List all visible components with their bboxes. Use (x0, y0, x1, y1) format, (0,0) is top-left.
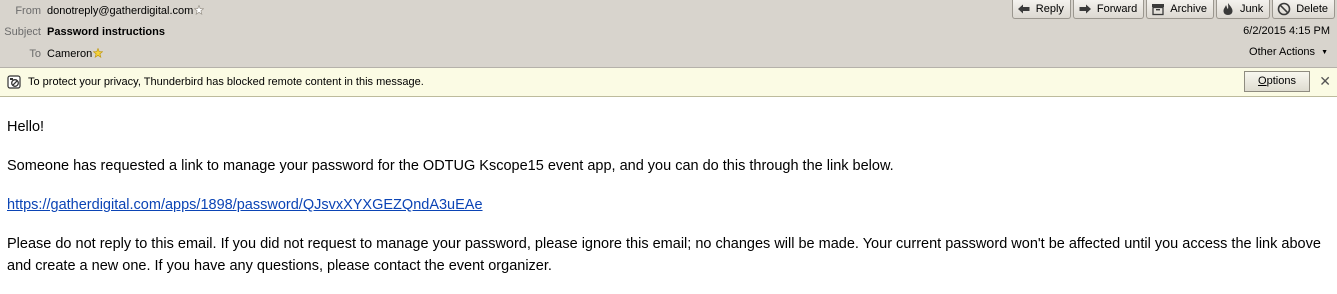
subject-value: Password instructions (47, 26, 165, 38)
archive-icon (1152, 4, 1165, 16)
chevron-down-icon: ▼ (1321, 49, 1328, 56)
archive-button[interactable]: Archive (1146, 0, 1214, 19)
other-actions-label: Other Actions (1249, 46, 1316, 58)
to-recipient-text: Cameron (47, 48, 93, 60)
forward-label: Forward (1096, 3, 1138, 15)
body-paragraph-2: Please do not reply to this email. If yo… (7, 236, 1321, 274)
junk-label: Junk (1239, 3, 1264, 15)
message-body: Hello! Someone has requested a link to m… (7, 116, 1332, 294)
reply-label: Reply (1035, 3, 1064, 15)
message-header: From donotreply@gatherdigital.com Subjec… (0, 0, 1337, 68)
archive-label: Archive (1170, 3, 1207, 15)
junk-icon (1223, 3, 1233, 15)
remote-content-notice: To protect your privacy, Thunderbird has… (0, 68, 1337, 97)
password-link[interactable]: https://gatherdigital.com/apps/1898/pass… (7, 197, 483, 213)
delete-button[interactable]: Delete (1272, 0, 1335, 19)
reply-icon (1017, 4, 1030, 14)
to-recipient[interactable]: Cameron (47, 46, 104, 62)
reply-button[interactable]: Reply (1011, 0, 1071, 19)
message-date: 6/2/2015 4:15 PM (1243, 25, 1330, 37)
to-label: To (29, 48, 41, 60)
delete-label: Delete (1296, 3, 1328, 15)
star-icon[interactable] (93, 48, 104, 58)
options-access-key: O (1258, 75, 1267, 87)
options-label: ptions (1266, 75, 1296, 87)
delete-icon (1277, 2, 1291, 16)
message-toolbar: Reply Forward Archive Junk Delete (1011, 0, 1335, 20)
close-icon[interactable]: ✕ (1319, 73, 1331, 89)
star-icon[interactable] (194, 5, 205, 15)
forward-icon (1079, 4, 1091, 14)
greeting: Hello! (7, 119, 45, 135)
options-button[interactable]: Options (1244, 71, 1310, 92)
other-actions-menu[interactable]: Other Actions ▼ (1249, 46, 1328, 58)
body-paragraph-1: Someone has requested a link to manage y… (7, 158, 894, 174)
from-address-text: donotreply@gatherdigital.com (47, 5, 194, 17)
from-label: From (15, 5, 41, 17)
subject-label: Subject (4, 26, 41, 38)
forward-button[interactable]: Forward (1072, 0, 1145, 19)
blocked-content-icon (7, 75, 21, 89)
junk-button[interactable]: Junk (1215, 0, 1271, 19)
from-address[interactable]: donotreply@gatherdigital.com (47, 3, 205, 19)
notice-text: To protect your privacy, Thunderbird has… (28, 76, 424, 88)
